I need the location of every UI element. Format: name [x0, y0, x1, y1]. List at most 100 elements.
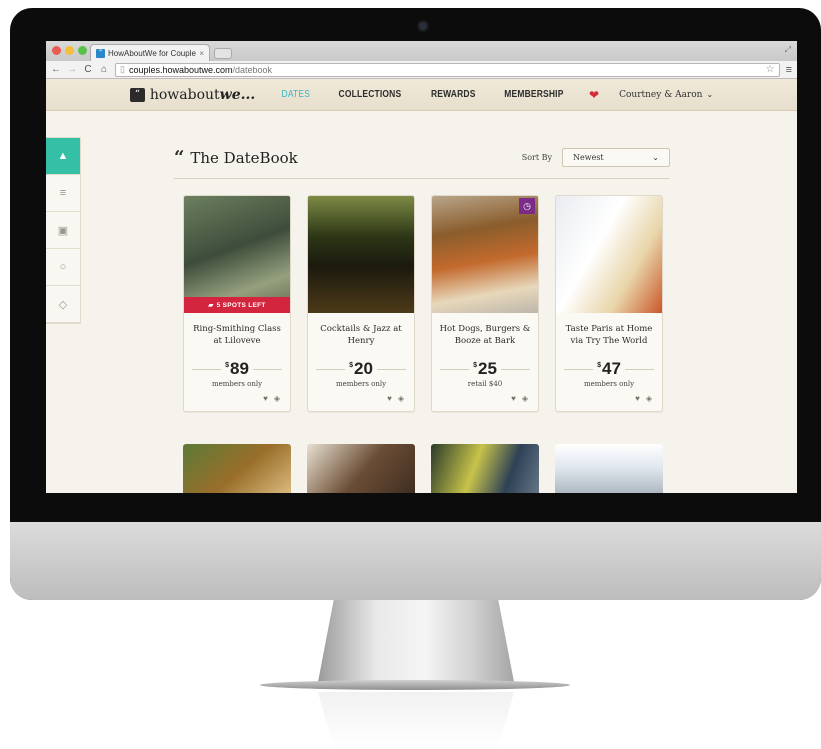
page-title-text: The DateBook [190, 148, 298, 167]
browser-toolbar: ← → C ⌂ ▯ couples.howaboutwe.com/dateboo… [46, 61, 797, 79]
close-window-button[interactable] [52, 46, 61, 55]
stand-reflection [318, 692, 514, 749]
tab-title: HowAboutWe for Couples [108, 48, 197, 58]
card-title: Ring-Smithing Class at Liloveve [193, 324, 281, 346]
spots-left-text: 5 SPOTS LEFT [216, 301, 266, 309]
date-card-thumbnail[interactable] [183, 444, 291, 493]
heart-icon[interactable]: ♥ [635, 394, 640, 403]
clock-icon: ◷ [519, 198, 535, 214]
minimize-window-button[interactable] [65, 46, 74, 55]
hotdog-photo: ◷ [432, 196, 538, 313]
datebook-content: “ The DateBook Sort By Newest ⌄ ▰ 5 SPOT… [174, 137, 670, 493]
card-price: $25 [473, 359, 497, 378]
monitor-chin [10, 522, 821, 600]
page-icon: ▯ [120, 64, 125, 74]
divider [440, 368, 470, 370]
sort-select[interactable]: Newest ⌄ [562, 148, 670, 167]
camera-icon [419, 22, 427, 30]
price-note: members only [335, 380, 387, 388]
tag-icon[interactable]: ◈ [274, 394, 280, 403]
url-domain: couples.howaboutwe.com [128, 64, 233, 75]
ring-photo: ▰ 5 SPOTS LEFT [184, 196, 290, 313]
forward-icon[interactable]: → [67, 64, 77, 75]
card-price: $47 [597, 359, 621, 378]
divider [252, 368, 283, 370]
sort-value: Newest [573, 153, 604, 162]
chevron-down-icon: ⌄ [706, 90, 714, 99]
creme-photo [556, 196, 662, 313]
date-card-thumbnail[interactable] [307, 444, 415, 493]
home-icon[interactable]: ⌂ [99, 64, 109, 75]
user-menu[interactable]: Courtney & Aaron ⌄ [619, 90, 713, 100]
reload-icon[interactable]: C [83, 64, 93, 75]
tab-close-icon[interactable]: × [199, 49, 204, 58]
site-header: “ howaboutwe... DATES COLLECTIONS REWARD… [46, 79, 797, 111]
window-controls [52, 46, 87, 55]
tag-icon[interactable]: ◈ [646, 394, 652, 403]
heart-icon[interactable]: ♥ [263, 394, 268, 403]
rail-lightbulb-icon[interactable]: ○ [46, 249, 80, 286]
sort-control: Sort By Newest ⌄ [522, 148, 670, 167]
chevron-down-icon: ⌄ [652, 153, 659, 162]
howaboutwe-favicon-icon: " [96, 48, 105, 58]
card-title: Hot Dogs, Burgers & Booze at Bark [439, 324, 531, 346]
divider [376, 368, 407, 370]
rail-datebook-bell-icon[interactable]: ▲ [46, 138, 80, 175]
title-row: “ The DateBook Sort By Newest ⌄ [174, 137, 670, 179]
address-bar[interactable]: ▯ couples.howaboutwe.com/datebook ☆ [115, 62, 780, 77]
zoom-window-button[interactable] [78, 46, 87, 55]
url-path: /datebook [232, 64, 273, 75]
bar-photo [308, 196, 414, 313]
user-name: Courtney & Aaron [619, 89, 703, 100]
nav-collections[interactable]: COLLECTIONS [338, 89, 401, 100]
heart-icon[interactable]: ♥ [511, 394, 516, 403]
ticket-icon: ▰ [208, 302, 214, 309]
heart-icon[interactable]: ♥ [387, 394, 392, 403]
browser-menu-icon[interactable]: ≡ [786, 64, 792, 76]
nav-membership[interactable]: MEMBERSHIP [504, 89, 563, 100]
date-card[interactable]: ◷ Hot Dogs, Burgers & Booze at Bark $25 … [431, 195, 539, 412]
date-card[interactable]: ▰ 5 SPOTS LEFT Ring-Smithing Class at Li… [183, 195, 291, 412]
sort-label: Sort By [521, 153, 552, 162]
nav-dates[interactable]: DATES [282, 89, 311, 100]
divider [624, 368, 655, 370]
logo-quote-icon: “ [129, 87, 145, 102]
site-logo[interactable]: “ howaboutwe... [129, 86, 256, 103]
logo-text-emphasis: we... [219, 86, 256, 103]
quote-icon: “ [174, 146, 185, 168]
rail-calendar-icon[interactable]: ▣ [46, 212, 80, 249]
divider [192, 368, 222, 370]
browser-tab-bar: " HowAboutWe for Couples × ⤢ [46, 41, 797, 61]
fullscreen-icon[interactable]: ⤢ [785, 45, 791, 55]
rail-tag-icon[interactable]: ◇ [46, 286, 80, 323]
tag-icon[interactable]: ◈ [522, 394, 528, 403]
monitor-stand-base [260, 680, 570, 690]
date-card[interactable]: Taste Paris at Home via Try The World $4… [555, 195, 663, 412]
date-card-thumbnail[interactable] [555, 444, 663, 493]
rail-list-icon[interactable]: ≡ [46, 175, 80, 212]
card-title: Taste Paris at Home via Try The World [565, 324, 653, 346]
heart-icon[interactable]: ❤ [589, 88, 599, 102]
page-title: “ The DateBook [174, 146, 298, 168]
price-note: members only [583, 380, 635, 388]
logo-text: howabout [149, 86, 220, 103]
card-price: $20 [349, 359, 373, 378]
card-price: $89 [225, 359, 249, 378]
date-card[interactable]: Cocktails & Jazz at Henry $20 members on… [307, 195, 415, 412]
divider [500, 368, 531, 370]
price-note: members only [211, 380, 263, 388]
card-title: Cocktails & Jazz at Henry [320, 324, 402, 346]
screen: " HowAboutWe for Couples × ⤢ ← → C ⌂ ▯ c… [46, 41, 797, 493]
divider [316, 368, 346, 370]
divider [564, 368, 594, 370]
bookmark-star-icon[interactable]: ☆ [766, 64, 775, 75]
date-card-thumbnail[interactable] [431, 444, 539, 493]
side-rail: ▲ ≡ ▣ ○ ◇ [46, 137, 81, 324]
tag-icon[interactable]: ◈ [398, 394, 404, 403]
price-note: retail $40 [467, 380, 503, 388]
monitor-stand [318, 600, 514, 682]
nav-rewards[interactable]: REWARDS [431, 89, 476, 100]
browser-tab[interactable]: " HowAboutWe for Couples × [90, 44, 210, 61]
new-tab-button[interactable] [214, 48, 232, 59]
back-icon[interactable]: ← [51, 64, 61, 75]
